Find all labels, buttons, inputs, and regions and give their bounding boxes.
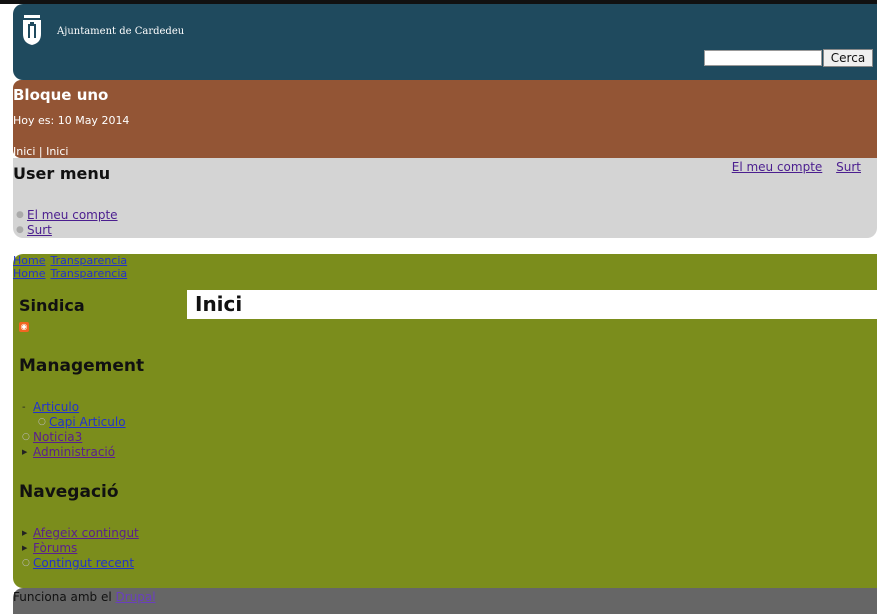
block-title: Bloque uno (13, 86, 109, 104)
breadcrumb-transparencia-link[interactable]: Transparencia (50, 267, 127, 280)
secondary-links: El meu compte Surt (722, 160, 861, 174)
block-bloque-uno: Bloque uno Hoy es: 10 May 2014 Inici | I… (13, 80, 877, 158)
logout-link[interactable]: Surt (836, 160, 861, 174)
expanded-bullet-icon: - (22, 402, 26, 413)
collapsed-bullet-icon: ▶ (22, 544, 28, 552)
search-button[interactable]: Cerca (823, 49, 873, 67)
user-menu-title: User menu (13, 164, 111, 183)
list-item: ▶ Fòrums (19, 541, 139, 556)
list-item: ▶ Administració (19, 445, 126, 460)
collapsed-bullet-icon: ▶ (22, 529, 28, 537)
navegacio-title: Navegació (19, 482, 119, 502)
bullet-icon: ● (16, 225, 24, 235)
bullet-icon: ○ (22, 432, 30, 442)
list-item: ● Surt (13, 223, 118, 238)
management-menu: - Articulo ○ Capi Articulo ○ Noticia3 ▶ … (19, 400, 126, 460)
menu-link-capi-articulo[interactable]: Capi Articulo (49, 415, 126, 429)
list-item: ○ Contingut recent (19, 556, 139, 571)
breadcrumb-home-link[interactable]: Home (13, 254, 45, 267)
menu-link-administracio[interactable]: Administració (33, 445, 115, 459)
site-name[interactable]: Ajuntament de Cardedeu (57, 26, 184, 37)
user-menu-block: User menu El meu compte Surt ● El meu co… (13, 158, 877, 238)
my-account-link[interactable]: El meu compte (732, 160, 823, 174)
list-item: ▶ Afegeix contingut (19, 526, 139, 541)
footer-text: Funciona amb el Drupal (13, 590, 156, 604)
search-input[interactable] (704, 50, 822, 66)
menu-link-forums[interactable]: Fòrums (33, 541, 77, 555)
user-menu-list: ● El meu compte ● Surt (13, 208, 118, 238)
list-item: ● El meu compte (13, 208, 118, 223)
breadcrumb: Home Transparencia (13, 254, 132, 267)
sindica-title: Sindica (19, 296, 85, 315)
page-title: Inici (187, 290, 877, 319)
bullet-icon: ○ (38, 417, 46, 427)
breadcrumb: Home Transparencia (13, 267, 132, 280)
rss-feed-icon[interactable]: ◉ (19, 322, 29, 332)
list-item: ○ Capi Articulo (19, 415, 126, 430)
site-header: Ajuntament de Cardedeu Cerca (13, 4, 877, 80)
date-text: Hoy es: 10 May 2014 (13, 114, 130, 127)
site-footer: Funciona amb el Drupal (13, 588, 877, 614)
menu-link-logout[interactable]: Surt (27, 223, 52, 237)
list-item: - Articulo (19, 400, 126, 415)
breadcrumb: Inici | Inici (13, 145, 69, 158)
coat-of-arms-logo-icon[interactable] (21, 14, 43, 46)
menu-link-noticia3[interactable]: Noticia3 (33, 430, 82, 444)
breadcrumb-home-link[interactable]: Home (13, 267, 45, 280)
collapsed-bullet-icon: ▶ (22, 448, 28, 456)
breadcrumb-transparencia-link[interactable]: Transparencia (50, 254, 127, 267)
list-item: ○ Noticia3 (19, 430, 126, 445)
menu-link-recent-content[interactable]: Contingut recent (33, 556, 134, 570)
main-area: Home Transparencia Home Transparencia Sind… (13, 254, 877, 588)
bullet-icon: ○ (22, 558, 30, 568)
menu-link-articulo[interactable]: Articulo (33, 400, 79, 414)
powered-by-text: Funciona amb el (13, 590, 116, 604)
menu-link-my-account[interactable]: El meu compte (27, 208, 118, 222)
management-title: Management (19, 356, 145, 376)
navigation-menu: ▶ Afegeix contingut ▶ Fòrums ○ Contingut… (19, 526, 139, 571)
drupal-link[interactable]: Drupal (116, 590, 156, 604)
bullet-icon: ● (16, 210, 24, 220)
menu-link-add-content[interactable]: Afegeix contingut (33, 526, 139, 540)
